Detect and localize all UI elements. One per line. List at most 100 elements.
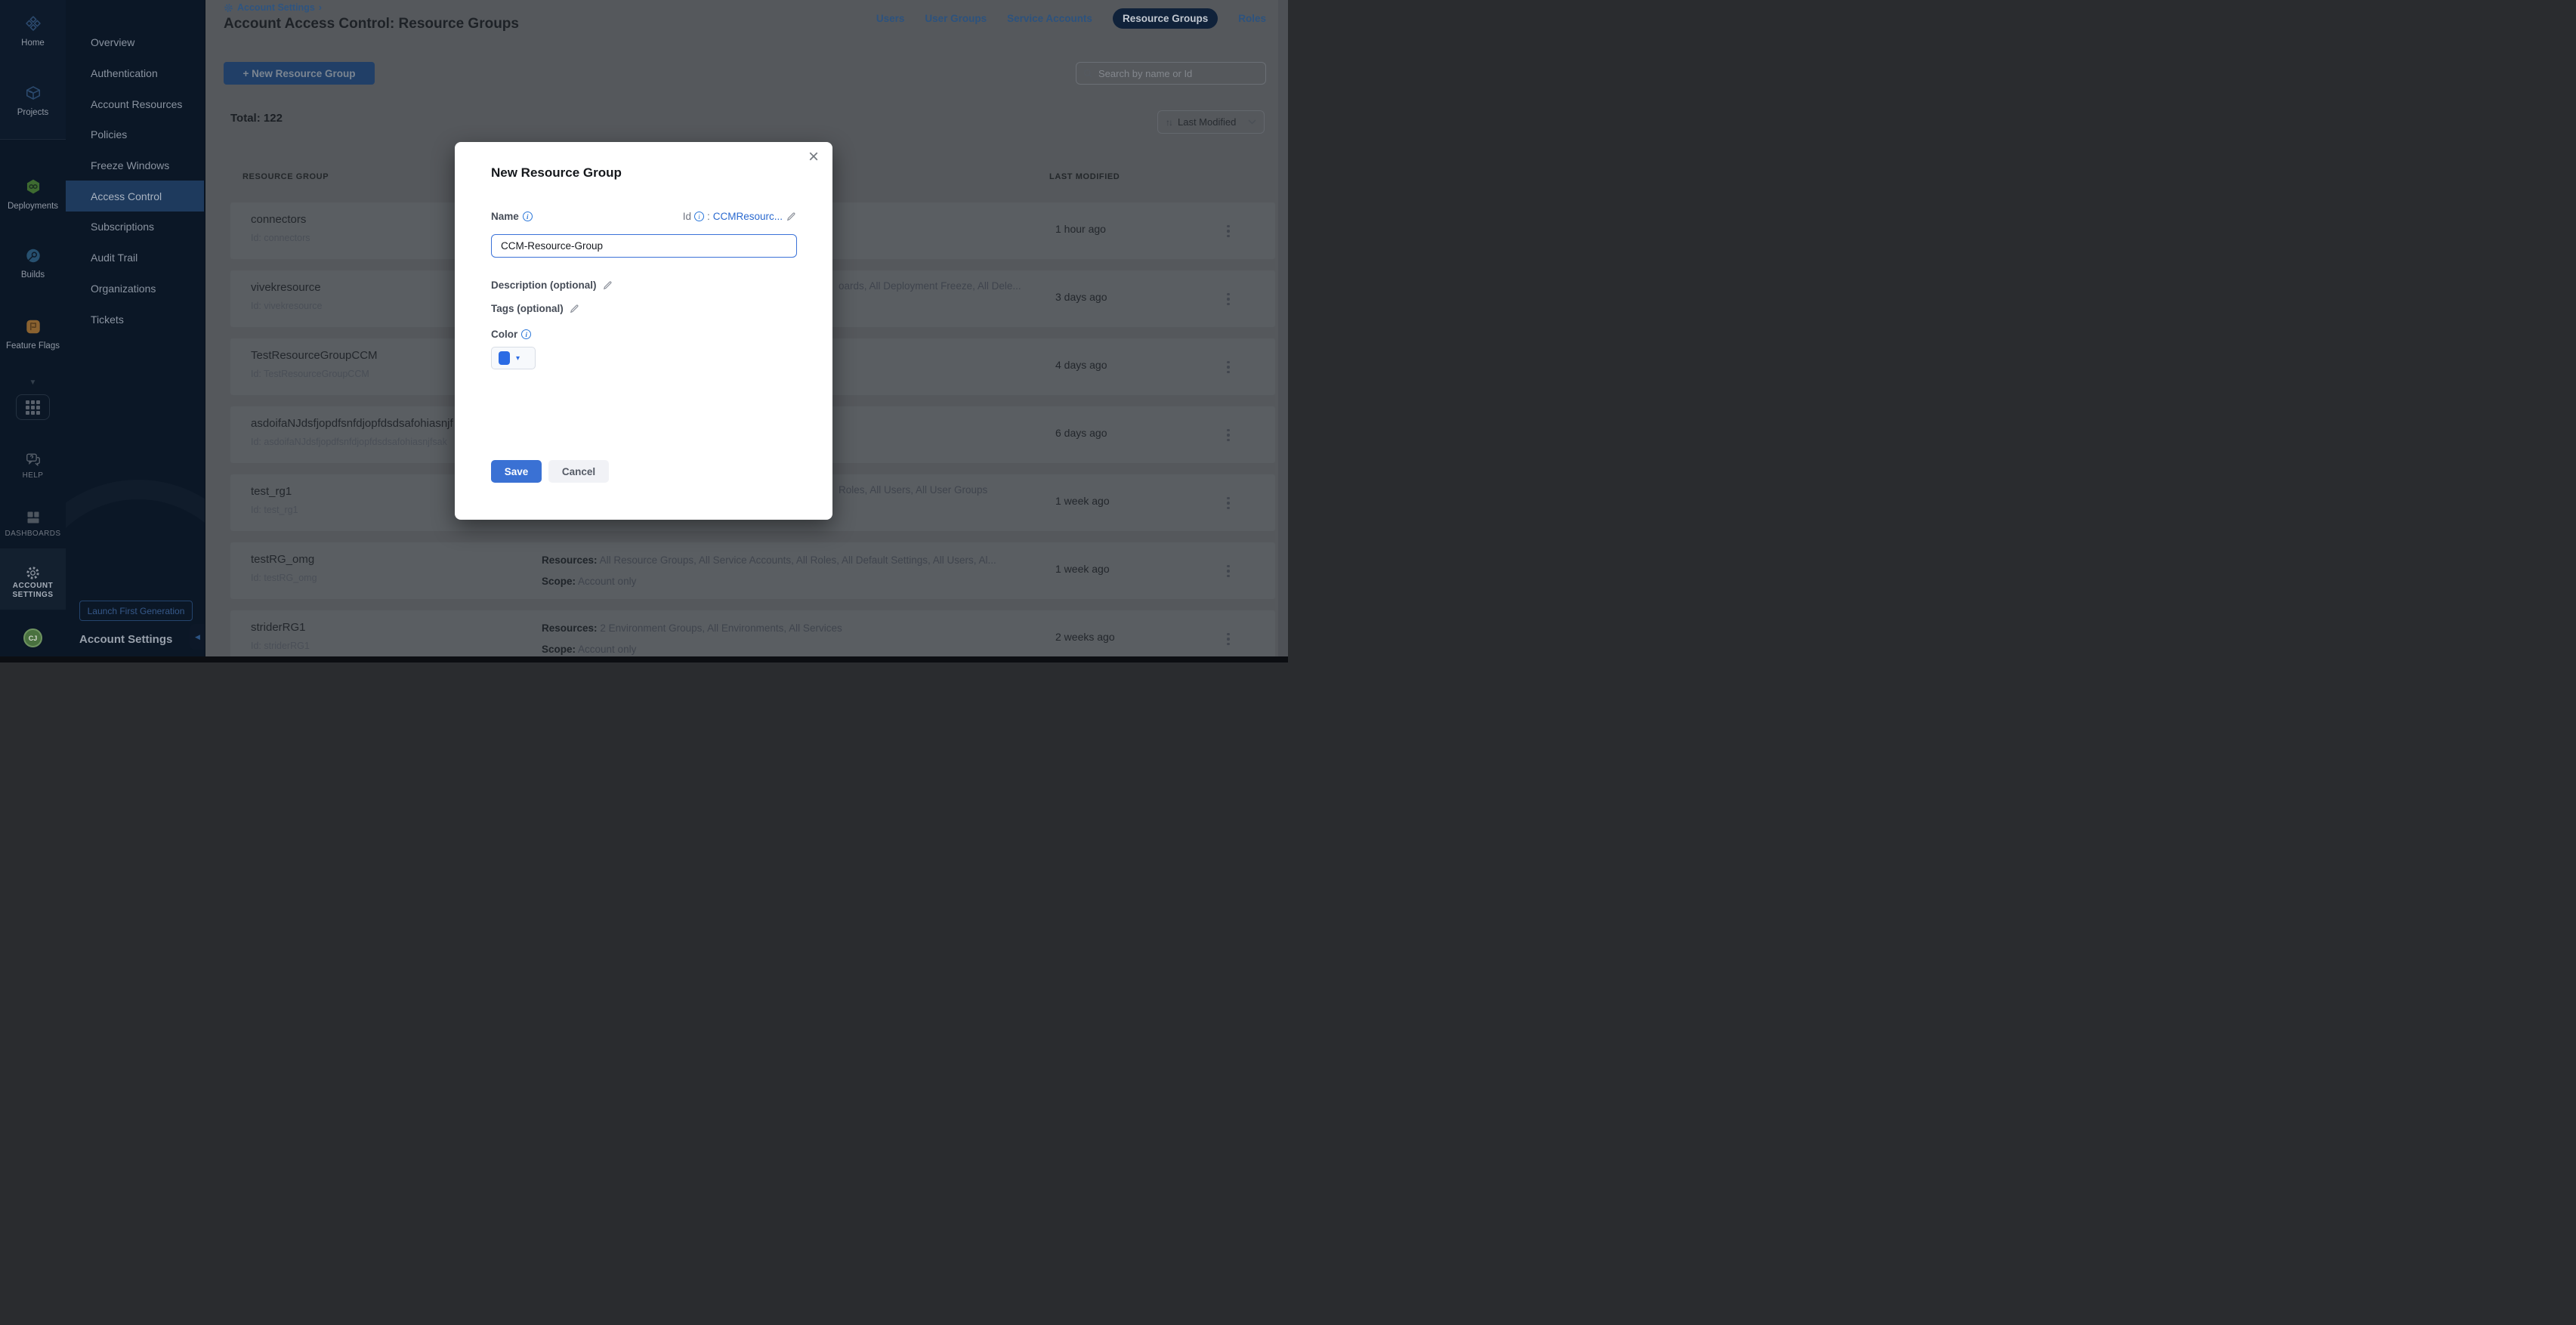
sidebar-item-dashboards[interactable]: DASHBOARDS [0,509,66,539]
info-icon[interactable] [694,212,704,221]
icon-rail: Home Projects Deployments Builds Feature [0,0,66,662]
gear-icon [224,3,233,13]
total-count: Total: 122 [230,112,283,125]
sidebar-item-builds[interactable]: Builds [0,247,66,280]
tab-service-accounts[interactable]: Service Accounts [1007,13,1092,24]
row-last-modified: 3 days ago [1055,291,1107,303]
builds-icon [25,247,42,264]
row-name[interactable]: testRG_omg [251,553,314,566]
edit-pencil-icon[interactable] [602,280,613,291]
row-last-modified: 1 week ago [1055,495,1110,507]
row-id: Id: TestResourceGroupCCM [251,369,369,379]
row-menu-button[interactable] [1220,222,1237,240]
row-id: Id: striderRG1 [251,641,310,651]
sidebar-item-account-settings[interactable]: ACCOUNT SETTINGS [0,548,66,610]
tab-resource-groups[interactable]: Resource Groups [1113,8,1218,29]
info-icon[interactable] [521,329,531,339]
sidebar-item-label: Home [21,39,45,48]
sidebar-item-policies[interactable]: Policies [66,119,204,150]
chevron-down-icon[interactable]: ▼ [0,378,66,387]
scrollbar[interactable] [1278,0,1288,662]
search-icon [1083,69,1093,79]
tab-user-groups[interactable]: User Groups [925,13,987,24]
color-picker-dropdown[interactable]: ▾ [491,347,536,369]
sidebar-footer-title: Account Settings [79,633,172,646]
launch-first-generation-button[interactable]: Launch First Generation [79,601,193,621]
tab-roles[interactable]: Roles [1238,13,1266,24]
color-label: Color [491,329,531,340]
new-resource-group-modal: × New Resource Group Name Id : CCMResour… [455,142,832,520]
collapse-sidebar-button[interactable]: ◀ [190,624,205,650]
sidebar-item-label: HELP [23,471,44,480]
row-name[interactable]: test_rg1 [251,485,292,498]
sidebar-item-deployments[interactable]: Deployments [0,178,66,212]
sidebar-item-label: Deployments [8,202,58,212]
row-menu-button[interactable] [1220,494,1237,512]
row-menu-button[interactable] [1220,290,1237,308]
table-row[interactable]: testRG_omg Id: testRG_omg Resources: All… [230,542,1275,599]
row-id: Id: test_rg1 [251,505,298,515]
row-id: Id: testRG_omg [251,573,317,583]
grid-icon [26,400,40,415]
row-last-modified: 4 days ago [1055,359,1107,371]
sidebar-item-help[interactable]: HELP [0,451,66,480]
sidebar-item-label: DASHBOARDS [5,529,60,539]
sidebar-item-audit-trail[interactable]: Audit Trail [66,242,204,273]
sidebar-item-organizations[interactable]: Organizations [66,273,204,304]
cancel-button[interactable]: Cancel [548,460,609,483]
name-input[interactable] [491,234,797,258]
row-resources: Resources: 2 Environment Groups, All Env… [542,622,842,634]
gear-icon [25,565,41,581]
info-icon[interactable] [523,212,533,221]
sidebar-item-label: Feature Flags [6,341,60,351]
row-scope: Scope: Account only [542,644,636,655]
breadcrumb-link[interactable]: Account Settings [237,2,315,13]
save-button[interactable]: Save [491,460,542,483]
sort-label: Last Modified [1178,116,1236,128]
tab-users[interactable]: Users [876,13,905,24]
row-menu-button[interactable] [1220,358,1237,376]
sidebar-item-authentication[interactable]: Authentication [66,58,204,89]
row-resources: Resources: All Resource Groups, All Serv… [542,554,996,566]
sidebar-item-projects[interactable]: Projects [0,85,66,118]
deployments-icon [25,178,42,195]
sidebar-item-overview[interactable]: Overview [66,27,204,58]
chevron-down-icon: ▾ [516,354,520,363]
breadcrumb[interactable]: Account Settings › [224,2,322,13]
app-window: Home Projects Deployments Builds Feature [0,0,1288,662]
row-name[interactable]: striderRG1 [251,621,306,634]
row-scope: Scope: Account only [542,576,636,587]
sidebar-item-tickets[interactable]: Tickets [66,304,204,335]
harness-logo-icon [25,15,42,32]
sort-dropdown[interactable]: ↑↓ Last Modified [1157,110,1265,134]
row-name[interactable]: vivekresource [251,281,321,294]
search-box[interactable] [1076,62,1266,85]
avatar[interactable]: CJ [23,629,42,647]
row-menu-button[interactable] [1220,630,1237,648]
close-icon[interactable]: × [808,148,819,166]
column-header-last-modified: LAST MODIFIED [1049,172,1120,181]
sidebar-item-feature-flags[interactable]: Feature Flags [0,318,66,351]
search-input[interactable] [1098,68,1259,79]
row-name[interactable]: TestResourceGroupCCM [251,349,378,362]
sidebar-item-home[interactable]: Home [0,15,66,48]
sidebar-item-account-resources[interactable]: Account Resources [66,88,204,119]
sidebar-item-label: Projects [17,108,49,118]
row-name[interactable]: asdoifaNJdsfjopdfsnfdjopfdsdsafohiasnjf [251,417,453,430]
table-row[interactable]: striderRG1 Id: striderRG1 Resources: 2 E… [230,610,1275,662]
edit-pencil-icon[interactable] [569,303,580,314]
row-name[interactable]: connectors [251,213,306,226]
row-menu-button[interactable] [1220,426,1237,444]
collapse-icon: ◀ [195,633,200,641]
row-menu-button[interactable] [1220,562,1237,580]
description-label: Description (optional) [491,280,597,291]
sidebar-item-freeze-windows[interactable]: Freeze Windows [66,150,204,181]
id-value[interactable]: CCMResourc... [713,211,783,222]
new-resource-group-button[interactable]: + New Resource Group [224,62,375,85]
row-resources-visible: oards, All Deployment Freeze, All Dele..… [839,280,1021,292]
sidebar-item-access-control[interactable]: Access Control [66,181,204,212]
sidebar-item-subscriptions[interactable]: Subscriptions [66,212,204,242]
tab-bar: Users User Groups Service Accounts Resou… [876,8,1266,29]
edit-pencil-icon[interactable] [786,211,797,222]
module-switcher-button[interactable] [16,394,50,420]
